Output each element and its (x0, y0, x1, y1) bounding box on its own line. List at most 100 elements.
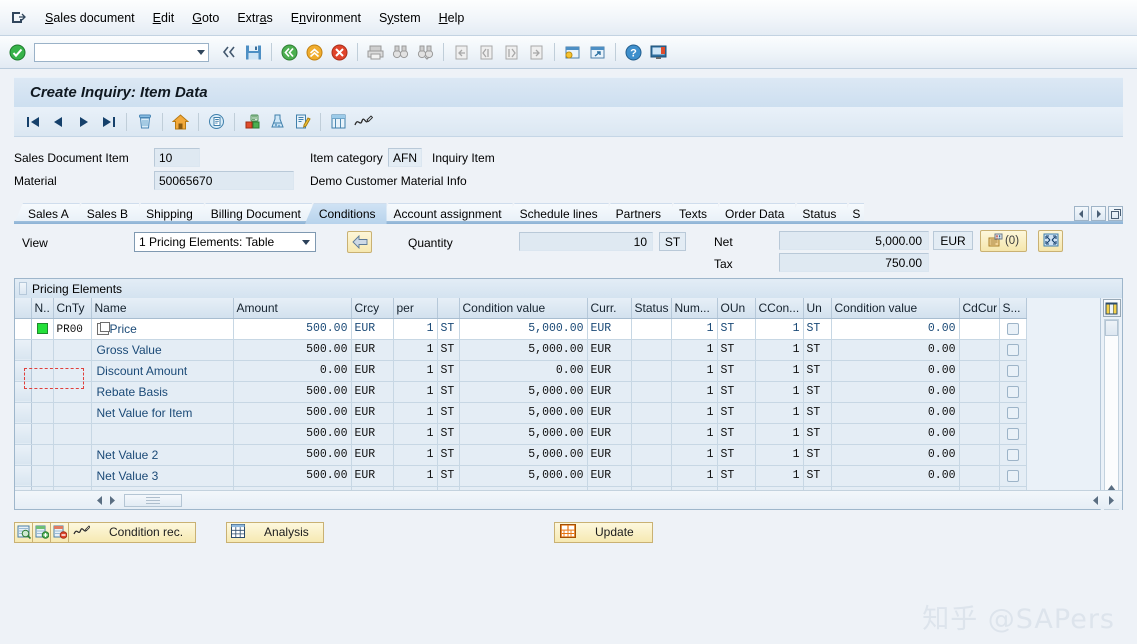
numerator-cell[interactable]: 1 (671, 339, 718, 361)
condition-unit-cell[interactable]: ST (803, 402, 832, 424)
amount-cell[interactable]: 500.00 (233, 402, 352, 424)
value-help-icon[interactable] (96, 321, 110, 335)
document-flow-icon[interactable] (327, 110, 350, 133)
condition-value-2-cell[interactable]: 0.00 (831, 423, 960, 445)
per-cell[interactable]: 1 (393, 444, 438, 466)
column-header-crcy[interactable]: Crcy (351, 298, 394, 319)
numerator-cell[interactable]: 1 (671, 444, 718, 466)
condition-value-cell[interactable]: 5,000.00 (459, 381, 588, 403)
unit-cell[interactable]: ST (437, 423, 460, 445)
statistical-checkbox-cell[interactable] (999, 381, 1027, 403)
condition-conversion-cell[interactable]: 1 (755, 465, 804, 487)
statistical-checkbox-cell[interactable] (999, 444, 1027, 466)
item-category-field[interactable]: AFN (388, 148, 422, 167)
yellow-back-arrow-icon[interactable] (347, 231, 372, 253)
condition-value-2-cell[interactable]: 0.00 (831, 402, 960, 424)
chevron-down-icon[interactable] (302, 240, 310, 245)
condition-value-cell[interactable]: 5,000.00 (459, 465, 588, 487)
insert-row-green-icon[interactable] (32, 521, 51, 543)
condition-doc-currency-cell[interactable] (959, 465, 1000, 487)
home-orange-icon[interactable] (169, 110, 192, 133)
menu-item-goto[interactable]: Goto (183, 8, 228, 28)
print-icon[interactable] (364, 41, 387, 64)
numerator-cell[interactable]: 1 (671, 318, 718, 340)
status-led-cell[interactable] (31, 423, 54, 445)
save-disk-icon[interactable] (242, 41, 265, 64)
net-value-field[interactable]: 5,000.00 (779, 231, 929, 250)
condition-type-cell[interactable] (53, 465, 92, 487)
messages-button[interactable]: (0) (980, 230, 1027, 252)
condition-name-cell[interactable]: Gross Value (91, 339, 234, 361)
row-select-cell[interactable] (15, 465, 32, 487)
condition-unit-cell[interactable]: ST (803, 318, 832, 340)
next-page-icon[interactable] (500, 41, 523, 64)
condition-currency-cell[interactable]: EUR (587, 339, 632, 361)
exit-yellow-arrow-icon[interactable] (303, 41, 326, 64)
condition-doc-currency-cell[interactable] (959, 360, 1000, 382)
status-led-cell[interactable] (31, 318, 54, 340)
column-header-un[interactable]: Un (803, 298, 832, 319)
menu-item-environment[interactable]: Environment (282, 8, 370, 28)
condition-doc-currency-cell[interactable] (959, 444, 1000, 466)
condition-name-cell[interactable]: Rebate Basis (91, 381, 234, 403)
condition-value-2-cell[interactable]: 0.00 (831, 318, 960, 340)
statistical-checkbox-cell[interactable] (999, 465, 1027, 487)
condition-pricing-unit-cell[interactable]: ST (717, 444, 756, 466)
help-question-icon[interactable]: ? (622, 41, 645, 64)
row-select-cell[interactable] (15, 339, 32, 361)
menu-item-edit[interactable]: Edit (144, 8, 184, 28)
condition-type-cell[interactable] (53, 339, 92, 361)
previous-item-button[interactable] (47, 110, 70, 133)
condition-type-cell[interactable] (53, 402, 92, 424)
back-green-arrow-icon[interactable] (278, 41, 301, 64)
column-header-curr[interactable]: Curr. (587, 298, 632, 319)
numerator-cell[interactable]: 1 (671, 465, 718, 487)
statistical-checkbox-cell[interactable] (999, 318, 1027, 340)
condition-conversion-cell[interactable]: 1 (755, 444, 804, 466)
statistical-checkbox-cell[interactable] (999, 360, 1027, 382)
statistical-checkbox-cell[interactable] (999, 339, 1027, 361)
row-select-cell[interactable] (15, 381, 32, 403)
configuration-pencil-icon[interactable] (291, 110, 314, 133)
condition-value-2-cell[interactable]: 0.00 (831, 381, 960, 403)
amount-cell[interactable]: 500.00 (233, 465, 352, 487)
exit-window-icon[interactable] (8, 8, 28, 28)
tab-scroll-left-icon[interactable] (1074, 206, 1089, 221)
quantity-field[interactable]: 10 (519, 232, 653, 251)
amount-cell[interactable]: 500.00 (233, 444, 352, 466)
first-page-icon[interactable] (450, 41, 473, 64)
condition-currency-cell[interactable]: EUR (587, 318, 632, 340)
vertical-scroll-thumb[interactable] (1105, 320, 1118, 336)
status-led-cell[interactable] (31, 339, 54, 361)
statistical-checkbox[interactable] (1006, 469, 1019, 482)
condition-conversion-cell[interactable]: 1 (755, 318, 804, 340)
unit-cell[interactable]: ST (437, 465, 460, 487)
table-row[interactable]: PR00 Price 500.00 EUR 1 ST 5,000.00 EUR 1 ST 1 ST 0.… (15, 318, 1027, 340)
condition-currency-cell[interactable]: EUR (587, 360, 632, 382)
scroll-left-icon[interactable] (93, 494, 106, 507)
batch-determination-icon[interactable] (266, 110, 289, 133)
condition-unit-cell[interactable]: ST (803, 381, 832, 403)
per-cell[interactable]: 1 (393, 423, 438, 445)
condition-pricing-unit-cell[interactable]: ST (717, 339, 756, 361)
currency-cell[interactable]: EUR (351, 423, 394, 445)
menu-item-extras[interactable]: Extras (228, 8, 281, 28)
condition-pricing-unit-cell[interactable]: ST (717, 360, 756, 382)
status-cell[interactable] (631, 318, 672, 340)
row-select-cell[interactable] (15, 423, 32, 445)
status-led-cell[interactable] (31, 360, 54, 382)
amount-cell[interactable]: 500.00 (233, 381, 352, 403)
chevron-down-icon[interactable] (197, 49, 205, 55)
currency-cell[interactable]: EUR (351, 381, 394, 403)
condition-value-2-cell[interactable]: 0.00 (831, 360, 960, 382)
status-cell[interactable] (631, 444, 672, 466)
condition-unit-cell[interactable]: ST (803, 444, 832, 466)
currency-cell[interactable]: EUR (351, 465, 394, 487)
menu-item-system[interactable]: System (370, 8, 430, 28)
horizontal-scroll-thumb[interactable] (124, 493, 182, 507)
condition-conversion-cell[interactable]: 1 (755, 423, 804, 445)
table-row[interactable]: Rebate Basis 500.00 EUR 1 ST 5,000.00 EUR 1 ST 1 S… (15, 381, 1027, 403)
find-next-binoculars-icon[interactable] (414, 41, 437, 64)
condition-value-cell[interactable]: 0.00 (459, 360, 588, 382)
numerator-cell[interactable]: 1 (671, 402, 718, 424)
